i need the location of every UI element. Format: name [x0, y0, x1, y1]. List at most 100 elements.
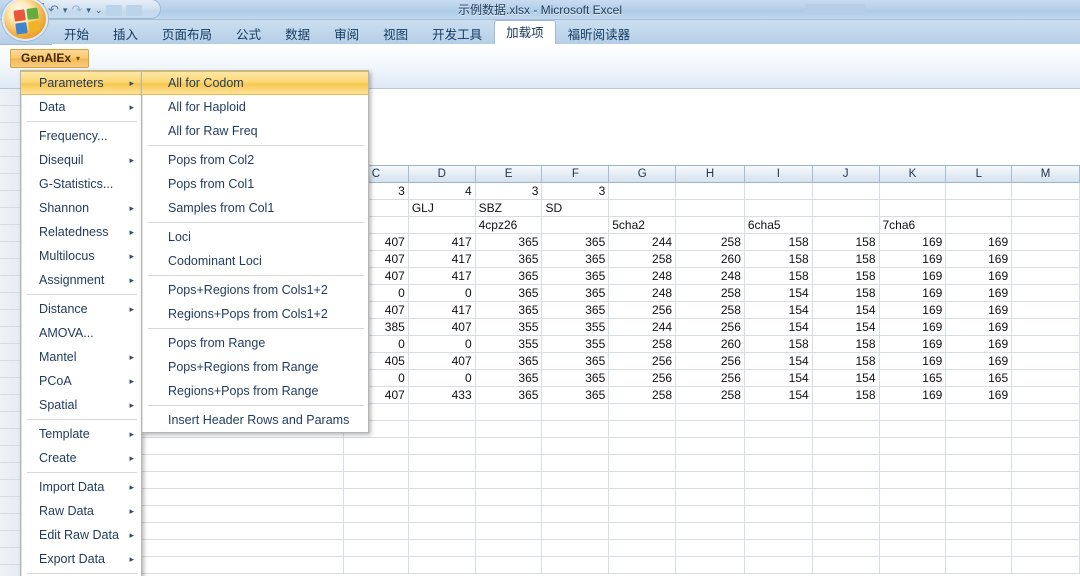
qat-extra-icon-2[interactable]: [126, 4, 143, 16]
cell-D7[interactable]: 0: [409, 285, 476, 301]
menu-item-export-data[interactable]: Export Data ▸: [21, 547, 141, 571]
cell-K5[interactable]: 169: [880, 251, 947, 267]
row-header-cell[interactable]: [0, 429, 20, 446]
cell-D18[interactable]: [409, 472, 476, 488]
cell-L13[interactable]: 169: [946, 387, 1013, 403]
redo-dropdown-icon[interactable]: ▾: [86, 3, 91, 17]
cell-G20[interactable]: [609, 506, 677, 522]
cell-H5[interactable]: 260: [676, 251, 745, 267]
cell-I2[interactable]: [745, 200, 813, 216]
menu-item-all-for-codom[interactable]: All for Codom: [142, 71, 368, 95]
cell-C23[interactable]: [344, 557, 409, 573]
cell-D5[interactable]: 417: [409, 251, 476, 267]
cell-K21[interactable]: [880, 523, 947, 539]
cell-J6[interactable]: 158: [813, 268, 880, 284]
cell-H1[interactable]: [676, 183, 745, 199]
cell-M17[interactable]: [1012, 455, 1080, 471]
cell-H13[interactable]: 258: [676, 387, 745, 403]
cell-J21[interactable]: [813, 523, 880, 539]
column-header-H[interactable]: H: [676, 166, 745, 182]
row-header-cell[interactable]: [0, 344, 20, 361]
cell-E4[interactable]: 365: [476, 234, 543, 250]
cell-E19[interactable]: [476, 489, 543, 505]
cell-M23[interactable]: [1012, 557, 1080, 573]
cell-F23[interactable]: [542, 557, 610, 573]
cell-H19[interactable]: [676, 489, 745, 505]
cell-K23[interactable]: [880, 557, 947, 573]
row-header-cell[interactable]: [0, 548, 20, 565]
cell-K17[interactable]: [880, 455, 947, 471]
menu-item-loci[interactable]: Loci: [142, 225, 368, 249]
ribbon-tab-1[interactable]: 插入: [101, 23, 150, 45]
cell-H18[interactable]: [676, 472, 745, 488]
cell-I22[interactable]: [745, 540, 813, 556]
undo-icon[interactable]: ↶: [48, 3, 59, 17]
row-header-cell[interactable]: [0, 327, 20, 344]
cell-D9[interactable]: 407: [409, 319, 476, 335]
cell-H11[interactable]: 256: [676, 353, 745, 369]
cell-M21[interactable]: [1012, 523, 1080, 539]
table-row[interactable]: [0, 523, 1080, 540]
menu-item-disequil[interactable]: Disequil ▸: [21, 148, 141, 172]
cell-M5[interactable]: [1012, 251, 1080, 267]
cell-K22[interactable]: [880, 540, 947, 556]
menu-item-template[interactable]: Template ▸: [21, 422, 141, 446]
menu-item-create[interactable]: Create ▸: [21, 446, 141, 470]
cell-M9[interactable]: [1012, 319, 1080, 335]
ribbon-tab-strip[interactable]: 开始 插入 页面布局 公式 数据 审阅 视图 开发工具 加载项 福昕阅读器: [0, 20, 1080, 45]
cell-F15[interactable]: [542, 421, 610, 437]
cell-L4[interactable]: 169: [946, 234, 1013, 250]
row-header-cell[interactable]: [0, 276, 20, 293]
cell-G7[interactable]: 248: [609, 285, 677, 301]
cell-L2[interactable]: [946, 200, 1013, 216]
cell-G10[interactable]: 258: [609, 336, 677, 352]
cell-M19[interactable]: [1012, 489, 1080, 505]
row-header-cell[interactable]: [0, 361, 20, 378]
menu-item-raw-data[interactable]: Raw Data ▸: [21, 499, 141, 523]
cell-D19[interactable]: [409, 489, 476, 505]
menu-item-pops-regions-from-range[interactable]: Pops+Regions from Range: [142, 355, 368, 379]
cell-D20[interactable]: [409, 506, 476, 522]
cell-E8[interactable]: 365: [476, 302, 543, 318]
cell-K14[interactable]: [880, 404, 947, 420]
cell-M20[interactable]: [1012, 506, 1080, 522]
menu-item-spatial[interactable]: Spatial ▸: [21, 393, 141, 417]
cell-E1[interactable]: 3: [476, 183, 543, 199]
menu-item-all-for-raw-freq[interactable]: All for Raw Freq: [142, 119, 368, 143]
menu-item-import-data[interactable]: Import Data ▸: [21, 475, 141, 499]
cell-I15[interactable]: [745, 421, 813, 437]
cell-G8[interactable]: 256: [609, 302, 677, 318]
cell-L14[interactable]: [946, 404, 1013, 420]
cell-F21[interactable]: [542, 523, 610, 539]
cell-H8[interactable]: 258: [676, 302, 745, 318]
menu-item-insert-header-rows-and-params[interactable]: Insert Header Rows and Params: [142, 408, 368, 432]
cell-C16[interactable]: [344, 438, 409, 454]
cell-H16[interactable]: [676, 438, 745, 454]
menu-item-frequency[interactable]: Frequency...: [21, 124, 141, 148]
cell-J22[interactable]: [813, 540, 880, 556]
cell-E15[interactable]: [476, 421, 543, 437]
cell-K15[interactable]: [880, 421, 947, 437]
column-header-M[interactable]: M: [1012, 166, 1080, 182]
menu-item-mantel[interactable]: Mantel ▸: [21, 345, 141, 369]
cell-E23[interactable]: [476, 557, 543, 573]
cell-M10[interactable]: [1012, 336, 1080, 352]
row-header-cell[interactable]: [0, 412, 20, 429]
undo-dropdown-icon[interactable]: ▾: [63, 3, 68, 17]
cell-D23[interactable]: [409, 557, 476, 573]
cell-E10[interactable]: 355: [476, 336, 543, 352]
cell-F18[interactable]: [542, 472, 610, 488]
cell-I21[interactable]: [745, 523, 813, 539]
menu-item-shannon[interactable]: Shannon ▸: [21, 196, 141, 220]
cell-I7[interactable]: 154: [745, 285, 813, 301]
table-row[interactable]: [0, 472, 1080, 489]
ribbon-tab-4[interactable]: 数据: [273, 23, 322, 45]
cell-L18[interactable]: [946, 472, 1013, 488]
redo-icon[interactable]: ↷: [71, 3, 82, 17]
row-header-cell[interactable]: [0, 191, 20, 208]
cell-M22[interactable]: [1012, 540, 1080, 556]
ribbon-tab-0[interactable]: 开始: [52, 23, 101, 45]
cell-J4[interactable]: 158: [813, 234, 880, 250]
table-row[interactable]: [0, 540, 1080, 557]
menu-item-amova[interactable]: AMOVA...: [21, 321, 141, 345]
